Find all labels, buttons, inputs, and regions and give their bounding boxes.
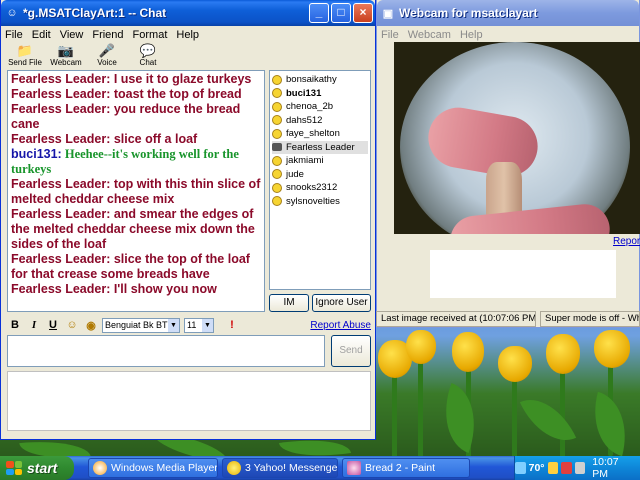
bold-button[interactable]: B	[7, 319, 23, 331]
taskbar-item-media-player[interactable]: Windows Media Player	[88, 458, 218, 478]
smiley-icon	[272, 169, 282, 180]
send-file-button[interactable]: 📁 Send File	[5, 44, 45, 68]
smiley-icon	[272, 128, 282, 139]
chat-message: Fearless Leader: I use it to glaze turke…	[11, 72, 252, 86]
media-player-icon	[93, 461, 107, 475]
taskbar-item-yahoo-messenger[interactable]: 3 Yahoo! Messenger	[222, 458, 338, 478]
report-abuse-link[interactable]: Report Abuse	[310, 320, 371, 331]
system-tray: 70° 10:07 PM	[514, 456, 640, 480]
chat-menubar: File Edit View Friend Format Help	[1, 26, 375, 44]
participant-item[interactable]: dahs512	[272, 114, 368, 128]
chat-window-title: *g.MSATClayArt:1 -- Chat	[23, 6, 167, 20]
format-toolbar: B I U ☺ ◉ Benguiat Bk BT ▼ 11 ▼ ! Report A…	[7, 316, 371, 334]
webcam-image	[394, 42, 640, 234]
chat-bubbles-icon: 💬	[139, 43, 157, 58]
participant-item[interactable]: sylsnovelties	[272, 195, 368, 209]
menu-file[interactable]: File	[5, 29, 23, 41]
webcam-report-link[interactable]: Report	[613, 236, 640, 247]
start-button[interactable]: start	[0, 456, 74, 480]
webcam-icon: 📷	[57, 43, 75, 58]
menu-view[interactable]: View	[60, 29, 84, 41]
chat-window: ☺ *g.MSATClayArt:1 -- Chat _ □ × File Ed…	[0, 0, 376, 440]
chevron-down-icon: ▼	[202, 318, 213, 332]
menu-edit[interactable]: Edit	[32, 29, 51, 41]
menu-friend[interactable]: Friend	[92, 29, 123, 41]
smiley-icon	[272, 88, 282, 99]
menu-help[interactable]: Help	[176, 29, 199, 41]
maximize-button[interactable]: □	[331, 3, 351, 23]
chat-message: Fearless Leader: slice the top of the lo…	[11, 252, 250, 281]
participant-item[interactable]: chenoa_2b	[272, 100, 368, 114]
clock[interactable]: 10:07 PM	[592, 456, 632, 480]
chat-toolbar: 📁 Send File 📷 Webcam 🎤 Voice 💬 Chat	[1, 44, 375, 70]
participant-item[interactable]: jude	[272, 168, 368, 182]
super-mode-status: Super mode is off - What's	[540, 311, 640, 327]
taskbar-item-paint[interactable]: Bread 2 - Paint	[342, 458, 470, 478]
microphone-icon: 🎤	[98, 43, 116, 58]
lower-pane	[7, 371, 371, 431]
webcam-icon: ▣	[382, 7, 394, 20]
chat-log[interactable]: Fearless Leader: I use it to glaze turke…	[7, 70, 265, 312]
chat-message: Fearless Leader: toast the top of bread	[11, 87, 242, 101]
alert-icon[interactable]: !	[224, 319, 240, 331]
font-size-select[interactable]: 11 ▼	[184, 317, 214, 333]
security-icon[interactable]	[561, 462, 572, 474]
participant-list[interactable]: bonsaikathy buci131 chenoa_2b dahs512 fa…	[269, 70, 371, 290]
send-button[interactable]: Send	[331, 335, 371, 367]
yahoo-smiley-icon	[227, 461, 241, 475]
chat-message: Fearless Leader: slice off a loaf	[11, 132, 198, 146]
italic-button[interactable]: I	[26, 319, 42, 331]
menu-format[interactable]: Format	[133, 29, 168, 41]
chat-message: Fearless Leader: and smear the edges of …	[11, 207, 255, 251]
taskbar: start Windows Media Player 3 Yahoo! Mess…	[0, 456, 640, 480]
smiley-icon	[272, 182, 282, 193]
chat-titlebar[interactable]: ☺ *g.MSATClayArt:1 -- Chat _ □ ×	[1, 0, 375, 26]
smiley-icon	[272, 155, 282, 166]
participant-item[interactable]: snooks2312	[272, 181, 368, 195]
volume-icon[interactable]	[574, 462, 586, 474]
chat-message: Fearless Leader: top with this thin slic…	[11, 177, 261, 206]
network-icon[interactable]	[515, 462, 526, 474]
participant-item[interactable]: faye_shelton	[272, 127, 368, 141]
participant-item[interactable]: jakmiami	[272, 154, 368, 168]
participant-item[interactable]: buci131	[272, 87, 368, 101]
smiley-icon	[272, 101, 282, 112]
send-file-icon: 📁	[16, 43, 34, 58]
ignore-user-button[interactable]: Ignore User	[312, 294, 371, 312]
close-button[interactable]: ×	[353, 3, 373, 23]
chevron-down-icon: ▼	[168, 318, 179, 332]
color-picker-icon[interactable]: ◉	[83, 319, 99, 332]
webcam-titlebar[interactable]: ▣ Webcam for msatclayart	[377, 0, 639, 26]
webcam-menu-help[interactable]: Help	[460, 29, 483, 41]
chat-message: buci131: Heehee--it's working well for t…	[11, 147, 239, 176]
yahoo-smiley-icon: ☺	[6, 7, 18, 19]
webcam-menu-webcam[interactable]: Webcam	[408, 29, 451, 41]
webcam-window-title: Webcam for msatclayart	[399, 6, 538, 20]
chat-message: Fearless Leader: you reduce the bread ca…	[11, 102, 241, 131]
emoticon-icon[interactable]: ☺	[64, 319, 80, 331]
webcam-info-panel	[430, 250, 616, 298]
participant-item[interactable]: bonsaikathy	[272, 73, 368, 87]
font-select[interactable]: Benguiat Bk BT ▼	[102, 317, 180, 333]
webcam-button[interactable]: 📷 Webcam	[46, 44, 86, 68]
smiley-icon	[272, 115, 282, 126]
paint-icon	[347, 461, 361, 475]
windows-logo-icon	[6, 461, 22, 475]
message-input[interactable]	[7, 335, 325, 367]
weather-temp[interactable]: 70°	[529, 462, 545, 474]
participant-item[interactable]: Fearless Leader	[272, 140, 368, 154]
smiley-icon	[272, 74, 282, 85]
voice-button[interactable]: 🎤 Voice	[87, 44, 127, 68]
webcam-icon	[272, 143, 282, 152]
smiley-icon	[272, 196, 282, 207]
minimize-button[interactable]: _	[309, 3, 329, 23]
underline-button[interactable]: U	[45, 319, 61, 331]
last-image-status: Last image received at (10:07:06 PM)	[376, 311, 536, 327]
chat-button[interactable]: 💬 Chat	[128, 44, 168, 68]
webcam-menu-file[interactable]: File	[381, 29, 399, 41]
messenger-tray-icon[interactable]	[547, 462, 559, 474]
im-button[interactable]: IM	[269, 294, 309, 312]
chat-message: Fearless Leader: I'll show you now	[11, 282, 217, 296]
